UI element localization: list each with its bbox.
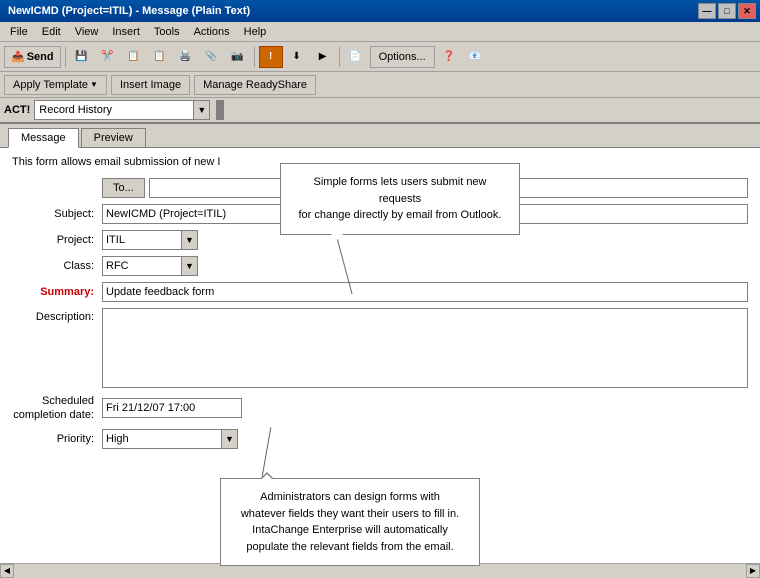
- minimize-button[interactable]: —: [698, 3, 716, 19]
- attach-button[interactable]: 📎: [200, 46, 224, 68]
- apply-template-arrow-icon: ▼: [90, 80, 98, 89]
- print-button[interactable]: 🖨️: [174, 46, 198, 68]
- cut-button[interactable]: ✂️: [96, 46, 120, 68]
- class-select[interactable]: [102, 256, 182, 276]
- project-dropdown-arrow-icon[interactable]: ▼: [182, 230, 198, 250]
- photo-icon: 📷: [231, 51, 243, 62]
- menu-tools[interactable]: Tools: [148, 24, 186, 40]
- cut-icon: ✂️: [101, 51, 113, 62]
- menu-insert[interactable]: Insert: [106, 24, 146, 40]
- menu-edit[interactable]: Edit: [36, 24, 67, 40]
- summary-row: Summary:: [12, 282, 748, 302]
- act-bar: ACT! Record History ▼: [0, 98, 760, 124]
- menu-actions[interactable]: Actions: [188, 24, 236, 40]
- paste-button[interactable]: 📋: [148, 46, 172, 68]
- tooltip-2: Administrators can design forms withwhat…: [220, 478, 480, 566]
- paste-icon: 📋: [153, 51, 165, 62]
- manage-readyshare-button[interactable]: Manage ReadyShare: [194, 75, 316, 95]
- description-label: Description:: [12, 311, 102, 323]
- secondary-toolbar: Apply Template ▼ Insert Image Manage Rea…: [0, 72, 760, 98]
- menu-bar: File Edit View Insert Tools Actions Help: [0, 22, 760, 42]
- scheduled-row: Scheduled completion date:: [12, 394, 748, 423]
- description-input[interactable]: [102, 308, 748, 388]
- act-dropdown-arrow-icon[interactable]: ▼: [194, 100, 210, 120]
- doc-button[interactable]: 📄: [344, 46, 368, 68]
- menu-file[interactable]: File: [4, 24, 34, 40]
- help-icon: ❓: [442, 51, 454, 62]
- copy-icon: 📋: [127, 51, 139, 62]
- arrow-button[interactable]: ▶: [311, 46, 335, 68]
- flag-button[interactable]: !: [259, 46, 283, 68]
- window-title: NewICMD (Project=ITIL) - Message (Plain …: [4, 5, 698, 17]
- priority-dropdown-arrow-icon[interactable]: ▼: [222, 429, 238, 449]
- attach-icon: 📎: [205, 51, 217, 62]
- project-select-wrap: ▼: [102, 230, 198, 250]
- priority-label: Priority:: [12, 433, 102, 445]
- intro-text: This form allows email submission of new…: [12, 156, 220, 168]
- send-button[interactable]: 📤 Send: [4, 46, 61, 68]
- send-icon: 📤: [11, 50, 25, 63]
- save-icon: 💾: [75, 51, 87, 62]
- toolbar-separator-3: [339, 47, 340, 67]
- summary-label: Summary:: [12, 286, 102, 298]
- doc-icon: 📄: [349, 51, 361, 62]
- copy-button[interactable]: 📋: [122, 46, 146, 68]
- toolbar-separator-1: [65, 47, 66, 67]
- act-dropdown-value[interactable]: Record History: [34, 100, 194, 120]
- summary-input[interactable]: [102, 282, 748, 302]
- print-icon: 🖨️: [179, 51, 191, 62]
- tab-message[interactable]: Message: [8, 128, 79, 148]
- close-button[interactable]: ✕: [738, 3, 756, 19]
- tooltip-2-text: Administrators can design forms withwhat…: [241, 491, 459, 553]
- scroll-left-button[interactable]: ◀: [0, 564, 14, 578]
- priority-select-wrap: ▼: [102, 429, 238, 449]
- priority-row: Priority: ▼: [12, 429, 748, 449]
- insert-image-button[interactable]: Insert Image: [111, 75, 190, 95]
- to-button[interactable]: To...: [102, 178, 145, 198]
- act-prefix: ACT!: [4, 104, 30, 116]
- apply-template-label: Apply Template: [13, 79, 88, 91]
- menu-help[interactable]: Help: [238, 24, 273, 40]
- scheduled-input[interactable]: [102, 398, 242, 418]
- help-button[interactable]: ❓: [437, 46, 461, 68]
- class-label: Class:: [12, 260, 102, 272]
- class-dropdown-arrow-icon[interactable]: ▼: [182, 256, 198, 276]
- options-button[interactable]: Options...: [370, 46, 435, 68]
- class-select-wrap: ▼: [102, 256, 198, 276]
- act-bar-indicator: [216, 100, 224, 120]
- subject-label: Subject:: [12, 208, 102, 220]
- main-toolbar: 📤 Send 💾 ✂️ 📋 📋 🖨️ 📎 📷 ! ⬇ ▶ 📄 Options..…: [0, 42, 760, 72]
- toolbar-separator-2: [254, 47, 255, 67]
- class-row: Class: ▼: [12, 256, 748, 276]
- scheduled-label: Scheduled completion date:: [12, 394, 102, 423]
- maximize-button[interactable]: □: [718, 3, 736, 19]
- scroll-right-button[interactable]: ▶: [746, 564, 760, 578]
- main-content: This form allows email submission of new…: [0, 148, 760, 573]
- title-bar: NewICMD (Project=ITIL) - Message (Plain …: [0, 0, 760, 22]
- photo-button[interactable]: 📷: [226, 46, 250, 68]
- project-select[interactable]: [102, 230, 182, 250]
- priority-select[interactable]: [102, 429, 222, 449]
- description-row: Description:: [12, 308, 748, 388]
- project-label: Project:: [12, 234, 102, 246]
- menu-view[interactable]: View: [69, 24, 105, 40]
- tooltip-1-text: Simple forms lets users submit new reque…: [299, 176, 502, 221]
- save-button[interactable]: 💾: [70, 46, 94, 68]
- apply-template-button[interactable]: Apply Template ▼: [4, 75, 107, 95]
- tabs-bar: Message Preview: [0, 124, 760, 148]
- send-label: Send: [27, 51, 54, 63]
- tab-preview[interactable]: Preview: [81, 128, 146, 147]
- mail-icon: 📧: [468, 51, 480, 62]
- priority-down-button[interactable]: ⬇: [285, 46, 309, 68]
- mail-button[interactable]: 📧: [463, 46, 487, 68]
- tooltip-1: Simple forms lets users submit new reque…: [280, 163, 520, 235]
